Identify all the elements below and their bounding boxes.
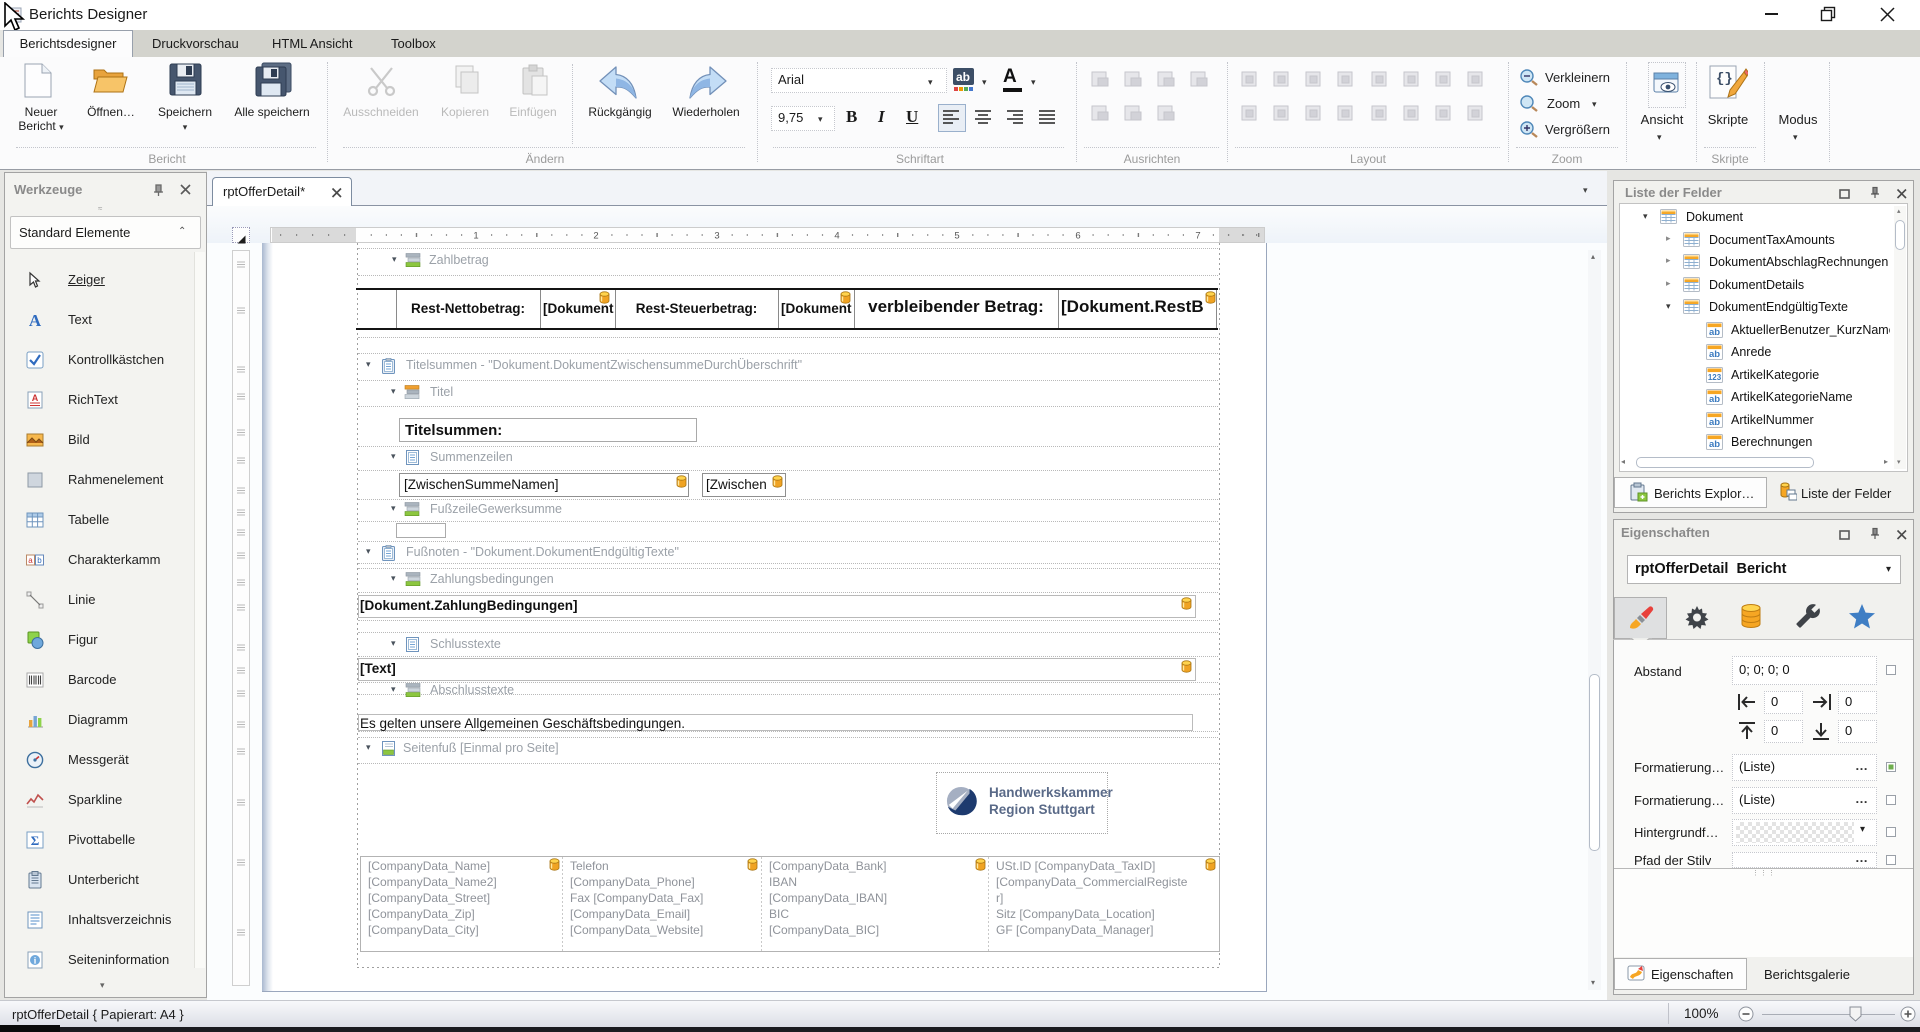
- svg-text:{}: {}: [1716, 71, 1733, 87]
- svg-text:1: 1: [473, 231, 478, 242]
- svg-text:5: 5: [954, 231, 959, 242]
- svg-text:4: 4: [834, 231, 839, 242]
- svg-text:ab: ab: [1709, 417, 1720, 428]
- svg-text:ab: ab: [956, 70, 970, 84]
- svg-text:ab: ab: [1709, 327, 1720, 338]
- svg-text:ab: ab: [1709, 349, 1720, 360]
- svg-text:ab: ab: [1709, 439, 1720, 450]
- svg-text:A: A: [32, 393, 39, 403]
- svg-text:ab: ab: [1709, 394, 1720, 405]
- svg-text:6: 6: [1075, 231, 1080, 242]
- svg-text:Σ: Σ: [31, 833, 40, 848]
- svg-text:3: 3: [714, 231, 719, 242]
- svg-text:A: A: [29, 311, 42, 329]
- svg-text:a: a: [28, 556, 33, 565]
- svg-text:b: b: [37, 556, 42, 565]
- svg-text:123: 123: [1708, 373, 1722, 382]
- svg-text:2: 2: [593, 231, 598, 242]
- svg-text:7: 7: [1195, 231, 1200, 242]
